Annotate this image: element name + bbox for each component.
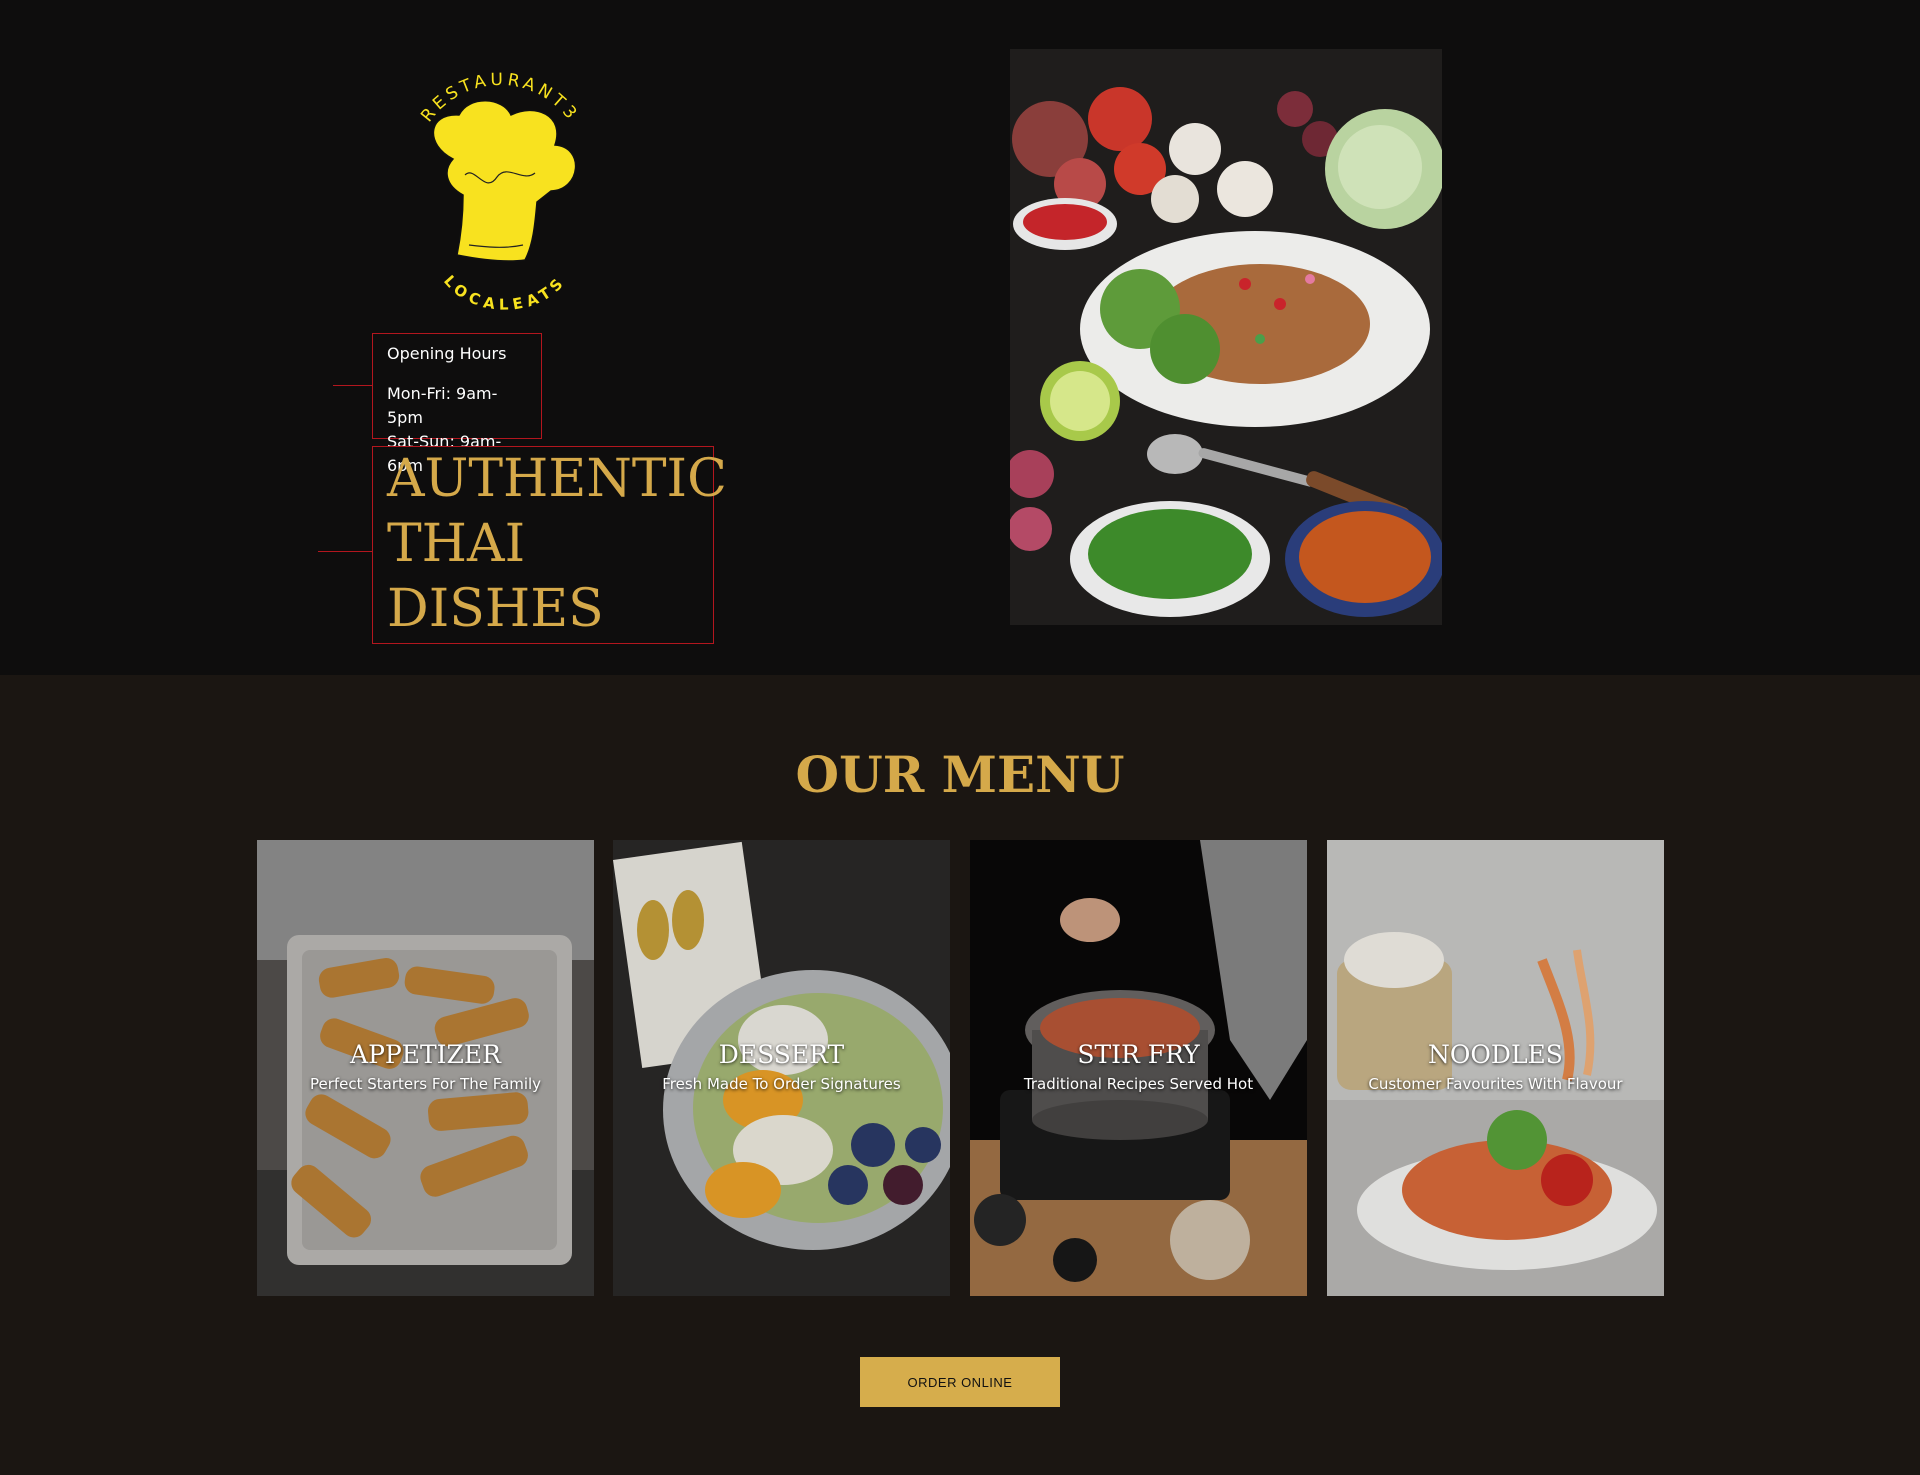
- card-title: STIR FRY: [1077, 1040, 1200, 1069]
- headline-line-1: AUTHENTIC: [387, 449, 727, 509]
- headline-line-3: DISHES: [387, 579, 604, 639]
- card-title: DESSERT: [718, 1040, 845, 1069]
- svg-text:LOCALEATS: LOCALEATS: [440, 272, 570, 310]
- menu-section: OUR MENU APPETIZER Perfect Starters For …: [0, 675, 1920, 1475]
- hero-section: RESTAURANT3 LOCALEATS Opening Hours Mon-…: [0, 0, 1920, 675]
- card-caption: STIR FRY Traditional Recipes Served Hot: [970, 1040, 1307, 1096]
- menu-card-noodles[interactable]: NOODLES Customer Favourites With Flavour: [1327, 840, 1664, 1296]
- restaurant-logo[interactable]: RESTAURANT3 LOCALEATS: [385, 55, 615, 314]
- card-subtitle: Traditional Recipes Served Hot: [1023, 1075, 1254, 1093]
- hours-connector-line: [333, 385, 372, 386]
- hours-row-weekdays: Mon-Fri: 9am-5pm: [387, 384, 498, 427]
- menu-card-appetizer[interactable]: APPETIZER Perfect Starters For The Famil…: [257, 840, 594, 1296]
- thai-salad-photo-icon: [1010, 49, 1442, 625]
- hero-food-photo: [1010, 49, 1442, 625]
- card-title: NOODLES: [1428, 1040, 1563, 1069]
- card-subtitle: Customer Favourites With Flavour: [1368, 1075, 1623, 1093]
- card-caption: DESSERT Fresh Made To Order Signatures: [613, 1040, 950, 1096]
- card-subtitle: Fresh Made To Order Signatures: [662, 1075, 901, 1093]
- logo-name-text: LOCALEATS: [440, 272, 565, 314]
- card-title: APPETIZER: [350, 1040, 501, 1069]
- card-caption: APPETIZER Perfect Starters For The Famil…: [257, 1040, 594, 1096]
- menu-title: OUR MENU: [795, 745, 1125, 804]
- order-online-button[interactable]: ORDER ONLINE: [860, 1357, 1060, 1407]
- card-caption: NOODLES Customer Favourites With Flavour: [1327, 1040, 1664, 1096]
- headline-connector-line: [318, 551, 372, 552]
- hero-headline-box: AUTHENTIC THAI DISHES: [372, 446, 727, 644]
- menu-card-dessert[interactable]: DESSERT Fresh Made To Order Signatures: [613, 840, 950, 1296]
- opening-hours-title: Opening Hours: [387, 344, 507, 363]
- card-subtitle: Perfect Starters For The Family: [309, 1075, 542, 1093]
- chef-hat-logo-icon: RESTAURANT3 LOCALEATS: [417, 70, 579, 314]
- menu-card-stir-fry[interactable]: STIR FRY Traditional Recipes Served Hot: [970, 840, 1307, 1296]
- headline-line-2: THAI: [387, 514, 526, 574]
- opening-hours-box: Opening Hours Mon-Fri: 9am-5pm Sat-Sun: …: [372, 333, 542, 475]
